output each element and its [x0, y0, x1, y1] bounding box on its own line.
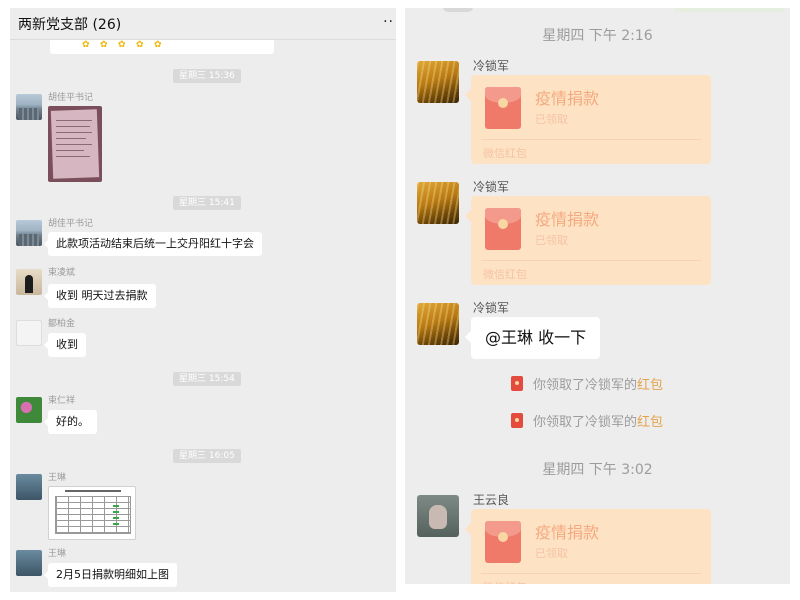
red-packet[interactable]: 疫情捐款 已领取 微信红包	[465, 509, 711, 584]
avatar[interactable]	[16, 220, 42, 246]
message-bubble[interactable]: 收到 明天过去捐款	[44, 284, 156, 308]
avatar[interactable]	[417, 495, 459, 537]
avatar[interactable]	[16, 474, 42, 500]
table-highlight	[113, 501, 119, 525]
sender-name: 束凌斌	[48, 268, 76, 278]
document-photo[interactable]	[48, 106, 102, 182]
system-message-text: 你领取了冷锁军的	[533, 378, 638, 393]
emoji-icon: ✿	[100, 40, 108, 50]
red-packet-label: 微信红包	[483, 268, 527, 281]
red-packet-status: 已领取	[535, 234, 568, 247]
avatar[interactable]	[16, 94, 42, 120]
red-envelope-icon	[485, 87, 521, 129]
avatar[interactable]	[16, 320, 42, 346]
table-caption-line	[65, 490, 121, 492]
previous-message-bubble: ✿ ✿ ✿ ✿ ✿	[50, 40, 274, 54]
sender-name: 冷锁军	[473, 59, 510, 73]
red-envelope-icon	[485, 208, 521, 250]
red-packet[interactable]: 疫情捐款 已领取 微信红包	[465, 196, 711, 285]
chat-header: 两新党支部 (26) ..	[10, 8, 396, 40]
sender-name: 胡佳平书记	[48, 219, 94, 229]
red-packet-status: 已领取	[535, 113, 568, 126]
system-message-text: 你领取了冷锁军的	[533, 415, 638, 430]
message-bubble[interactable]: 收到	[44, 333, 86, 357]
timestamp: 星期三 16:05	[173, 449, 241, 463]
red-packet-label: 微信红包	[483, 579, 527, 584]
timestamp: 星期四 下午 3:02	[542, 462, 653, 478]
avatar[interactable]	[417, 61, 459, 103]
avatar[interactable]	[16, 397, 42, 423]
sender-name: 冷锁军	[473, 301, 510, 315]
emoji-icon: ✿	[118, 40, 126, 50]
message-bubble[interactable]: @王琳 收一下	[464, 317, 601, 359]
cut-off-element	[443, 8, 473, 12]
timestamp: 星期三 15:41	[173, 196, 241, 210]
emoji-icon: ✿	[136, 40, 144, 50]
message-bubble[interactable]: 好的。	[44, 410, 97, 434]
right-chat-panel: 星期四 下午 2:16 冷锁军 疫情捐款 已领取 微信红包 冷锁军 疫情捐款 已…	[405, 8, 790, 584]
avatar[interactable]	[16, 269, 42, 295]
red-packet-title: 疫情捐款	[535, 210, 600, 229]
timestamp: 星期四 下午 2:16	[542, 28, 653, 44]
cut-off-element	[675, 8, 785, 12]
emoji-icon: ✿	[82, 40, 90, 50]
red-packet-link[interactable]: 红包	[637, 415, 663, 430]
divider	[481, 139, 701, 140]
divider	[481, 573, 701, 574]
emoji-icon: ✿	[154, 40, 162, 50]
red-packet[interactable]: 疫情捐款 已领取 微信红包	[465, 75, 711, 164]
avatar[interactable]	[16, 550, 42, 576]
divider	[481, 260, 701, 261]
table-grid	[55, 496, 131, 534]
sender-name: 冷锁军	[473, 180, 510, 194]
system-message: 你领取了冷锁军的红包	[511, 411, 663, 430]
timestamp: 星期三 15:36	[173, 69, 241, 83]
group-title: 两新党支部 (26)	[18, 17, 122, 33]
red-packet-icon	[511, 413, 523, 428]
red-envelope-icon	[485, 521, 521, 563]
red-packet-title: 疫情捐款	[535, 89, 600, 108]
message-bubble[interactable]: 2月5日捐款明细如上图	[44, 563, 177, 587]
red-packet-label: 微信红包	[483, 147, 527, 160]
sender-name: 王琳	[48, 549, 67, 559]
sender-name: 束仁祥	[48, 396, 76, 406]
sender-name: 王琳	[48, 473, 67, 483]
message-bubble[interactable]: 此款项活动结束后统一上交丹阳红十字会	[44, 232, 262, 256]
more-options-icon[interactable]: ..	[383, 10, 394, 26]
sender-name: 胡佳平书记	[48, 93, 94, 103]
avatar[interactable]	[417, 182, 459, 224]
timestamp: 星期三 15:54	[173, 372, 241, 386]
sender-name: 王云良	[473, 493, 510, 507]
avatar[interactable]	[417, 303, 459, 345]
sender-name: 鄒柏金	[48, 319, 76, 329]
spreadsheet-image[interactable]	[48, 486, 136, 540]
red-packet-link[interactable]: 红包	[637, 378, 663, 393]
system-message: 你领取了冷锁军的红包	[511, 374, 663, 393]
left-chat-panel: 两新党支部 (26) .. ✿ ✿ ✿ ✿ ✿ 星期三 15:36 胡佳平书记 …	[10, 8, 396, 592]
red-packet-icon	[511, 376, 523, 391]
red-packet-status: 已领取	[535, 547, 568, 560]
red-packet-title: 疫情捐款	[535, 523, 600, 542]
